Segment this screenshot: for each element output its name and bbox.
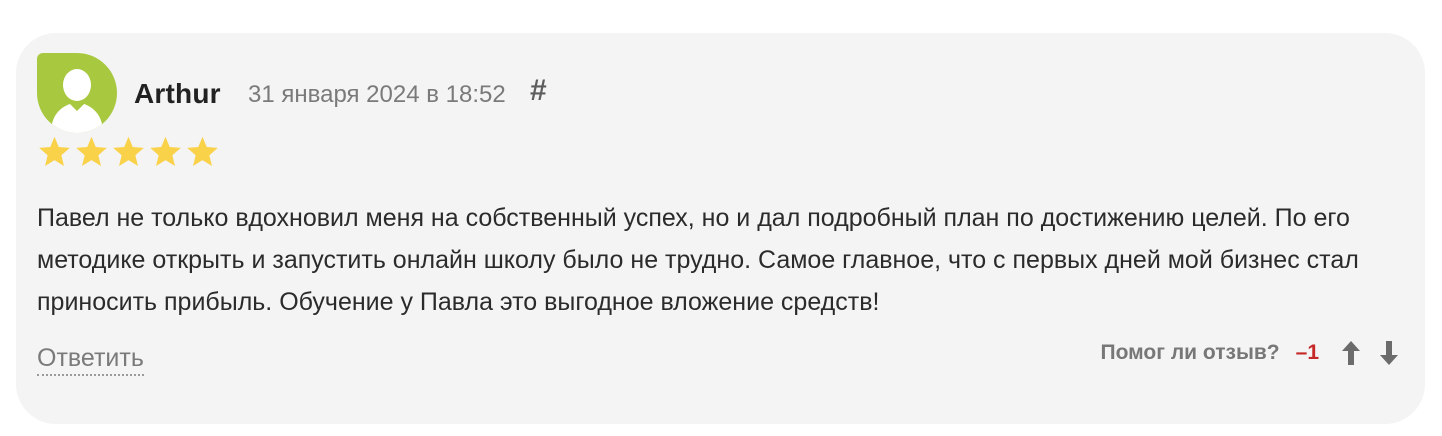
star-icon <box>76 136 107 166</box>
user-silhouette-icon <box>51 69 103 133</box>
star-rating <box>37 134 220 170</box>
arrow-up-icon <box>1342 341 1360 365</box>
avatar <box>37 53 117 133</box>
permalink-link[interactable]: # <box>530 74 547 108</box>
star-icon <box>187 136 218 166</box>
vote-down-button[interactable] <box>1375 337 1403 369</box>
reply-button[interactable]: Ответить <box>37 342 144 376</box>
author-name: Arthur <box>134 78 221 109</box>
star-icon <box>39 136 70 166</box>
vote-up-button[interactable] <box>1337 337 1365 369</box>
helpful-vote-bar: Помог ли отзыв? –1 <box>1101 335 1403 371</box>
star-icon <box>113 136 144 166</box>
helpful-score: –1 <box>1295 341 1319 364</box>
review-text: Павел не только вдохновил меня на собств… <box>37 204 1359 316</box>
helpful-question: Помог ли отзыв? <box>1100 341 1280 364</box>
star-icon <box>150 136 181 166</box>
review-card: Arthur 31 января 2024 в 18:52 # Павел не… <box>16 33 1425 424</box>
review-date: 31 января 2024 в 18:52 <box>248 81 506 108</box>
arrow-down-icon <box>1380 341 1398 365</box>
